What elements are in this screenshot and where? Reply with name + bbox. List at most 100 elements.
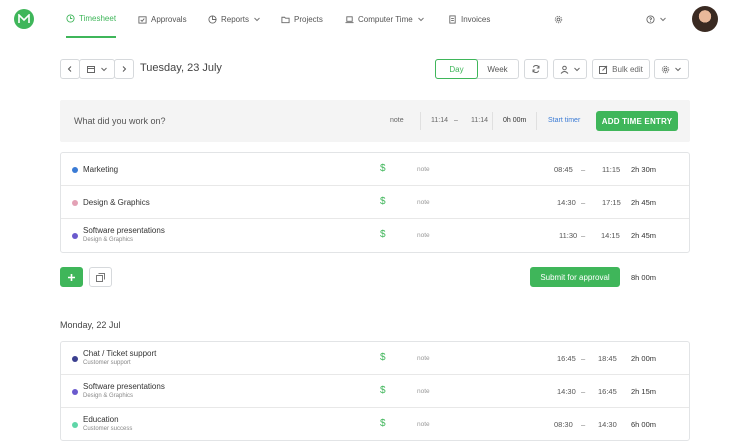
project-name: Software presentations [83,382,165,391]
description-input[interactable]: What did you work on? [74,116,166,126]
gear-icon [554,15,563,23]
project-color-dot [72,356,78,362]
time-dash: – [581,165,586,174]
end-time[interactable]: 11:15 [602,165,620,174]
nav-timesheet[interactable]: Timesheet [66,0,117,38]
project-name: Chat / Ticket support [83,349,157,358]
end-time-input[interactable]: 11:14 [471,117,488,124]
billable-icon[interactable]: $ [380,196,386,207]
prev-day-button[interactable] [60,59,80,79]
project-name: Design & Graphics [83,198,150,207]
invoice-icon [449,14,456,24]
table-row[interactable]: Software presentations Design & Graphics… [61,375,689,408]
billable-icon[interactable]: $ [380,352,386,363]
add-time-entry-button[interactable]: ADD TIME ENTRY [596,111,678,131]
app-logo[interactable] [14,9,34,29]
chevron-down-icon [573,67,580,72]
day-header: Monday, 22 Jul [60,320,121,330]
next-day-button[interactable] [114,59,134,79]
logo-mark-icon [18,14,30,23]
view-toggle: Day Week [435,59,519,79]
nav-label: Timesheet [79,13,117,23]
user-filter-button[interactable] [553,59,587,79]
end-time[interactable]: 14:30 [598,420,617,429]
duration[interactable]: 2h 45m [631,231,656,240]
duration[interactable]: 6h 00m [631,420,656,429]
table-row[interactable]: Software presentations Design & Graphics… [61,219,689,252]
gear-icon [661,65,670,73]
time-dash: – [581,420,586,429]
divider [492,112,493,130]
today-entries-card: Marketing $ note 08:45 – 11:15 2h 30m De… [60,152,690,253]
chevron-left-icon [67,66,72,72]
note-field[interactable]: note [417,232,430,239]
start-time[interactable]: 08:30 [554,420,573,429]
nav-projects[interactable]: Projects [281,0,323,38]
billable-icon[interactable]: $ [380,163,386,174]
chevron-down-icon [417,17,424,22]
chevron-down-icon [660,17,666,22]
duration[interactable]: 2h 30m [631,165,656,174]
end-time[interactable]: 14:15 [601,231,620,240]
laptop-icon [345,15,354,23]
start-timer-link[interactable]: Start timer [548,117,580,124]
duration[interactable]: 2h 45m [631,198,656,207]
view-settings-button[interactable] [654,59,689,79]
note-field[interactable]: note [417,166,430,173]
view-day-button[interactable]: Day [435,59,478,79]
nav-reports[interactable]: Reports [208,0,261,38]
nav-label: Approvals [151,14,187,24]
nav-approvals[interactable]: Approvals [138,0,187,38]
duration[interactable]: 2h 00m [631,354,656,363]
table-row[interactable]: Marketing $ note 08:45 – 11:15 2h 30m [61,153,689,186]
note-field[interactable]: note [417,355,430,362]
top-navigation: Timesheet Approvals Reports Projects Com… [0,0,750,38]
chevron-down-icon [100,67,107,72]
table-row[interactable]: Education Customer success $ note 08:30 … [61,408,689,441]
start-time-input[interactable]: 11:14 [431,117,448,124]
project-color-dot [72,389,78,395]
nav-computer-time[interactable]: Computer Time [345,0,425,38]
duration[interactable]: 2h 15m [631,387,656,396]
note-field[interactable]: note [390,117,404,124]
table-row[interactable]: Design & Graphics $ note 14:30 – 17:15 2… [61,186,689,219]
folder-icon [281,16,290,23]
calendar-icon [86,66,95,73]
project-client: Customer success [83,426,133,432]
bulk-edit-button[interactable]: Bulk edit [592,59,650,79]
end-time[interactable]: 16:45 [598,387,617,396]
bulk-edit-label: Bulk edit [612,64,643,74]
note-field[interactable]: note [417,199,430,206]
end-time[interactable]: 17:15 [602,198,621,207]
refresh-button[interactable] [524,59,548,79]
start-time[interactable]: 08:45 [554,165,573,174]
end-time[interactable]: 18:45 [598,354,617,363]
duration-input[interactable]: 0h 00m [503,117,526,124]
add-entry-button[interactable] [60,267,83,287]
nav-invoices[interactable]: Invoices [448,0,490,38]
day-total: 8h 00m [631,273,657,282]
table-row[interactable]: Chat / Ticket support Customer support $… [61,342,689,375]
start-time[interactable]: 14:30 [557,387,576,396]
view-week-button[interactable]: Week [477,60,518,78]
note-field[interactable]: note [417,421,430,428]
user-avatar[interactable] [692,6,718,32]
billable-icon[interactable]: $ [380,229,386,240]
start-time[interactable]: 11:30 [559,231,577,240]
note-field[interactable]: note [417,388,430,395]
settings-button[interactable] [554,0,563,38]
submit-for-approval-button[interactable]: Submit for approval [530,267,620,287]
current-date-title: Tuesday, 23 July [140,62,222,74]
date-picker-button[interactable] [79,59,115,79]
time-dash: – [454,117,458,124]
divider [536,112,537,130]
plus-icon [68,273,75,281]
billable-icon[interactable]: $ [380,385,386,396]
billable-icon[interactable]: $ [380,418,386,429]
start-time[interactable]: 16:45 [557,354,576,363]
copy-entries-button[interactable] [89,267,112,287]
start-time[interactable]: 14:30 [557,198,576,207]
help-menu[interactable] [646,0,667,38]
user-icon [560,65,568,74]
edit-icon [599,65,608,74]
